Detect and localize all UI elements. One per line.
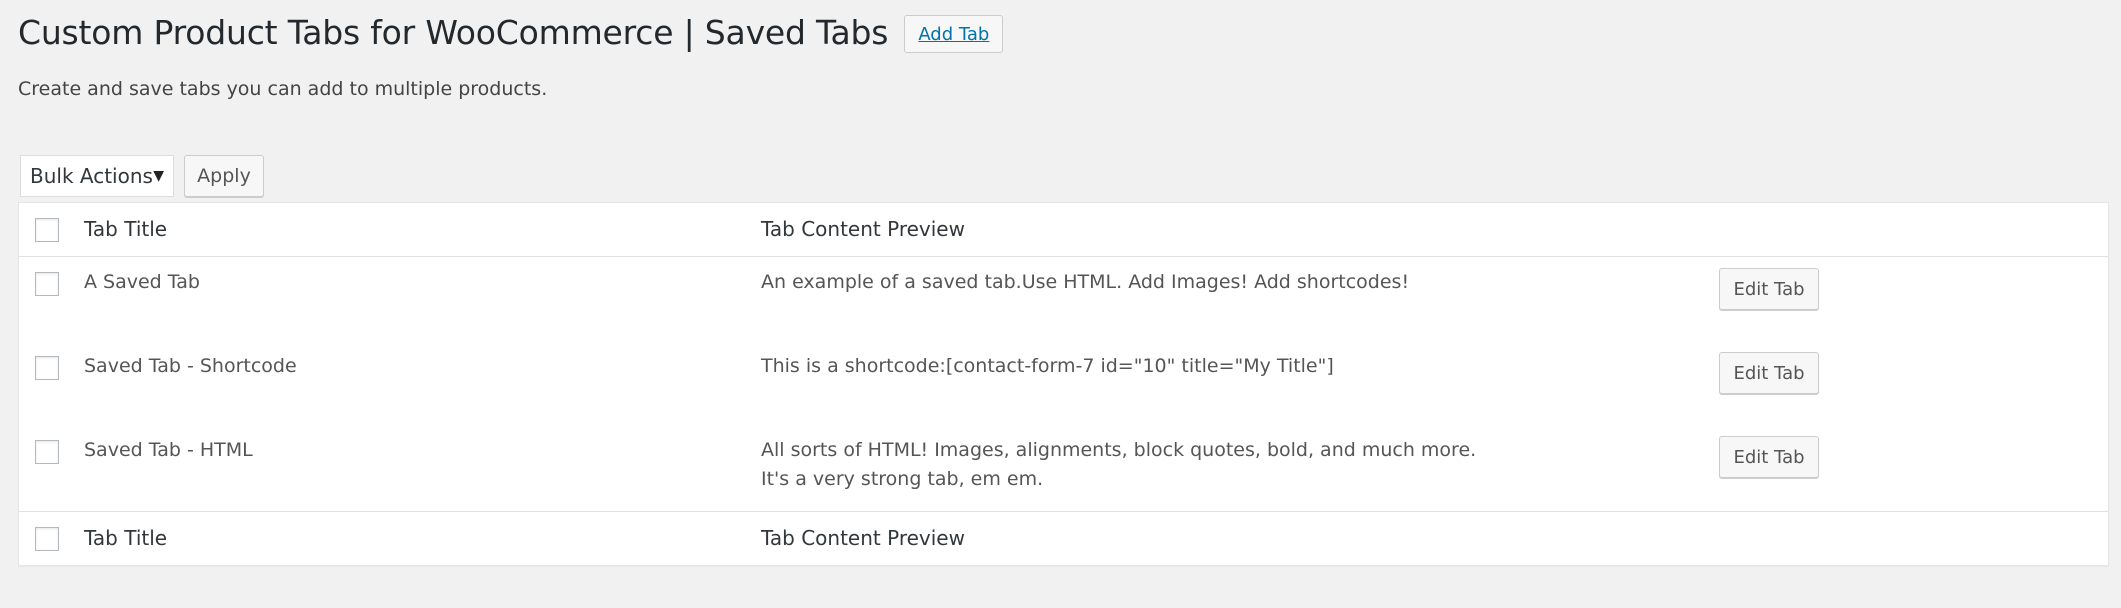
- tab-title: Saved Tab - HTML: [84, 439, 253, 461]
- page-description: Create and save tabs you can add to mult…: [18, 78, 548, 100]
- tab-content-preview: This is a shortcode:[contact-form-7 id="…: [761, 352, 1334, 381]
- caret-down-icon: ▼: [153, 168, 164, 184]
- preview-line: An example of a saved tab.Use HTML. Add …: [761, 271, 1410, 293]
- edit-tab-button[interactable]: Edit Tab: [1719, 436, 1819, 478]
- table-header: Tab Title Tab Content Preview: [19, 203, 2108, 257]
- row-checkbox[interactable]: [35, 272, 59, 296]
- page: Custom Product Tabs for WooCommerce | Sa…: [0, 0, 2121, 608]
- select-all-checkbox-footer[interactable]: [35, 527, 59, 551]
- add-tab-button[interactable]: Add Tab: [904, 15, 1004, 53]
- row-checkbox[interactable]: [35, 356, 59, 380]
- bulk-actions-selected-value: Bulk Actions: [30, 164, 153, 188]
- tab-content-preview: All sorts of HTML! Images, alignments, b…: [761, 436, 1476, 494]
- edit-tab-button[interactable]: Edit Tab: [1719, 268, 1819, 310]
- table-row: Saved Tab - Shortcode This is a shortcod…: [19, 341, 2108, 425]
- bulk-actions-bar: Bulk Actions ▼ Apply: [20, 155, 264, 197]
- preview-line: All sorts of HTML! Images, alignments, b…: [761, 439, 1477, 461]
- table-row: A Saved Tab An example of a saved tab.Us…: [19, 257, 2108, 341]
- select-all-checkbox[interactable]: [35, 218, 59, 242]
- table-footer: Tab Title Tab Content Preview: [19, 511, 2108, 565]
- apply-button[interactable]: Apply: [184, 155, 264, 197]
- saved-tabs-table: Tab Title Tab Content Preview A Saved Ta…: [18, 202, 2109, 566]
- tab-title: Saved Tab - Shortcode: [84, 355, 297, 377]
- page-title: Custom Product Tabs for WooCommerce | Sa…: [18, 13, 889, 52]
- title-row: Custom Product Tabs for WooCommerce | Sa…: [18, 12, 1004, 54]
- preview-line: It's a very strong tab, em em.: [761, 468, 1044, 490]
- column-header-tab-content-preview: Tab Content Preview: [761, 217, 965, 241]
- tab-title: A Saved Tab: [84, 271, 200, 293]
- table-row: Saved Tab - HTML All sorts of HTML! Imag…: [19, 425, 2108, 511]
- edit-tab-button[interactable]: Edit Tab: [1719, 352, 1819, 394]
- column-footer-tab-content-preview: Tab Content Preview: [761, 526, 965, 550]
- bulk-actions-select[interactable]: Bulk Actions ▼: [20, 155, 174, 197]
- tab-content-preview: An example of a saved tab.Use HTML. Add …: [761, 268, 1409, 297]
- row-checkbox[interactable]: [35, 440, 59, 464]
- column-footer-tab-title[interactable]: Tab Title: [84, 526, 167, 550]
- preview-line: This is a shortcode:[contact-form-7 id="…: [761, 355, 1334, 377]
- column-header-tab-title[interactable]: Tab Title: [84, 217, 167, 241]
